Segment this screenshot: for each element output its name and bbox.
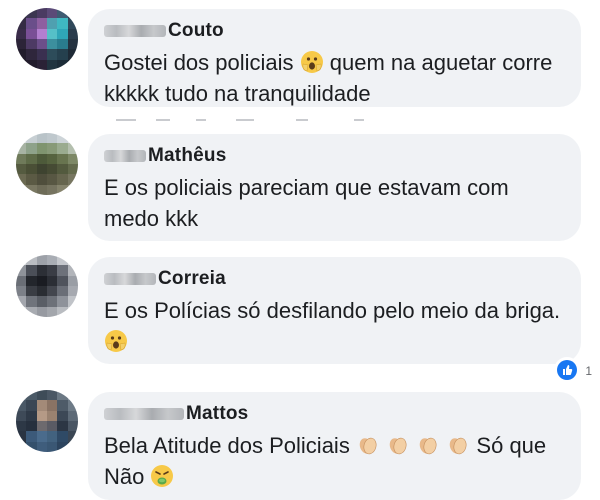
commenter-name[interactable]: Correia: [158, 268, 226, 290]
comment-text: Gostei dos policiais quem na aguetar cor…: [104, 47, 565, 109]
redacted-name: [104, 273, 156, 285]
reaction-badge[interactable]: [554, 357, 580, 383]
redacted-name: [104, 150, 146, 162]
commenter-name[interactable]: Mattos: [186, 403, 248, 425]
comment-text-part: E os Polícias só desfilando pelo meio da…: [104, 298, 561, 323]
clapping-hands-icon: [450, 437, 467, 455]
shocked-face-icon: [300, 51, 323, 73]
redacted-name: [104, 408, 184, 420]
like-icon: [563, 365, 573, 375]
avatar[interactable]: [16, 8, 78, 70]
clapping-hands-icon: [419, 437, 437, 455]
nauseated-face-icon: [151, 465, 174, 487]
comment-text-part: Gostei dos policiais: [104, 50, 300, 75]
cut-text-artifact: [116, 119, 364, 121]
comment-text: E os Polícias só desfilando pelo meio da…: [104, 295, 565, 357]
clapping-hands-icon: [389, 437, 407, 455]
commenter-name[interactable]: Couto: [168, 20, 224, 42]
clapping-hands-icon: [359, 437, 377, 455]
shocked-face-icon: [105, 330, 127, 352]
comment-bubble: Mathêus E os policiais pareciam que esta…: [88, 134, 581, 241]
comment-bubble: Couto Gostei dos policiais quem na aguet…: [88, 9, 581, 107]
avatar[interactable]: [16, 390, 78, 452]
reaction-count: 1: [585, 364, 592, 378]
commenter-name[interactable]: Mathêus: [148, 145, 226, 167]
avatar[interactable]: [16, 255, 78, 317]
comment-bubble: Correia E os Polícias só desfilando pelo…: [88, 257, 581, 364]
comment-text: Bela Atitude dos Policiais Só que Não: [104, 430, 565, 492]
comment-text: E os policiais pareciam que estavam com …: [104, 175, 509, 231]
redacted-name: [104, 25, 166, 37]
avatar[interactable]: [16, 133, 78, 195]
comment-bubble: Mattos Bela Atitude dos Policiais Só que…: [88, 392, 581, 500]
comment-text-part: Bela Atitude dos Policiais: [104, 433, 356, 458]
